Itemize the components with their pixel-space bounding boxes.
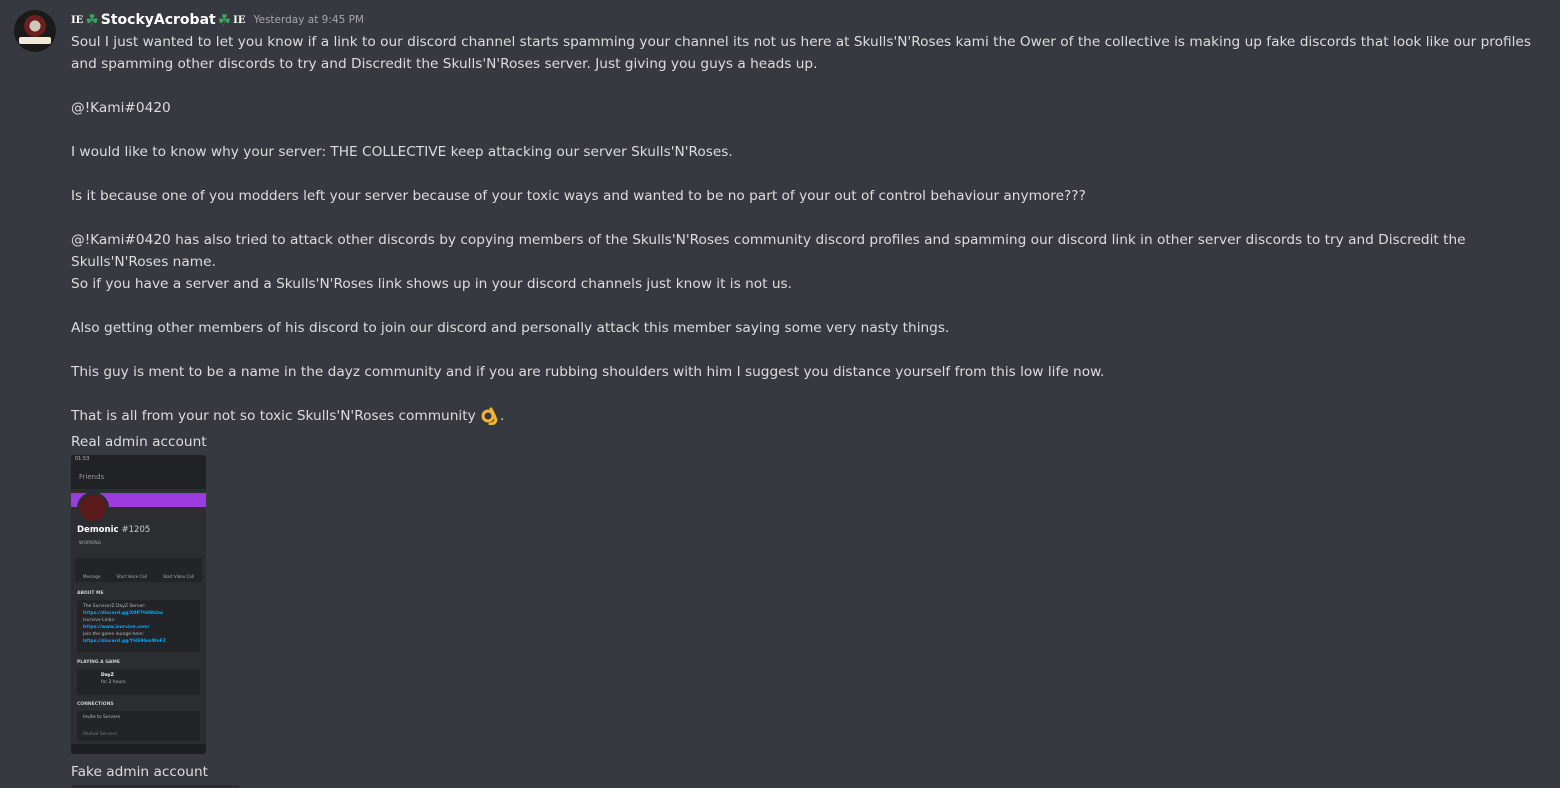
tag-suffix: IE [233,14,246,26]
video-call-action: Start Video Call [162,574,194,579]
tag-prefix: IE [71,14,84,26]
message-paragraph: This guy is ment to be a name in the day… [71,364,1105,380]
message-paragraph: @!Kami#0420 has also tried to attack oth… [71,232,1466,270]
phone-nav-bar [71,744,206,754]
about-heading: ABOUT ME [77,591,104,596]
chat-message: IE ☘ StockyAcrobat ☘ IE Yesterday at 9:4… [0,0,1560,788]
message-paragraph: I would like to know why your server: TH… [71,144,733,160]
playing-heading: PLAYING A GAME [77,660,120,665]
label-real-account: Real admin account [71,434,207,450]
game-card: DayZ for 2 hours [77,669,200,695]
about-card: The SurvivorZ DayZ Server: https://disco… [77,600,200,652]
trailing-period: . [500,408,505,424]
profile-actions: Message Start Voice Call Start Video Cal… [75,558,202,582]
message-paragraph: So if you have a server and a Skulls'N'R… [71,276,793,292]
friends-header: Friends [71,467,206,489]
message-paragraph: Soul I just wanted to let you know if a … [71,34,1531,72]
message-action: Message [83,574,101,579]
voice-call-action: Start Voice Call [116,574,147,579]
message-body: Soul I just wanted to let you know if a … [71,31,1531,427]
phone-status-bar: 01:53 [71,455,206,467]
clover-icon: ☘ [217,11,232,29]
message-text: That is all from your not so toxic Skull… [71,408,476,424]
user-avatar[interactable] [14,10,56,52]
username-text: StockyAcrobat [100,12,216,28]
clover-icon: ☘ [85,11,99,29]
message-timestamp[interactable]: Yesterday at 9:45 PM [253,14,364,26]
username[interactable]: IE ☘ StockyAcrobat ☘ IE [71,11,245,29]
connections-card: Invite to Servers Mutual Servers [77,711,200,741]
message-paragraph-last: That is all from your not so toxic Skull… [71,405,1531,427]
label-fake-account: Fake admin account [71,764,208,780]
profile-name: Demonic #1205 [77,525,151,535]
mention-paragraph: @!Kami#0420 [71,100,171,116]
message-header: IE ☘ StockyAcrobat ☘ IE Yesterday at 9:4… [71,10,364,30]
message-paragraph: Is it because one of you modders left yo… [71,188,1086,204]
connections-heading: CONNECTIONS [77,702,114,707]
ok-hand-icon [481,407,498,425]
message-paragraph: Also getting other members of his discor… [71,320,950,336]
profile-status: WORKING [79,541,102,546]
profile-avatar [77,492,109,524]
image-attachment[interactable]: 01:53 Friends Demonic #1205 WORKING Mess… [71,455,206,754]
